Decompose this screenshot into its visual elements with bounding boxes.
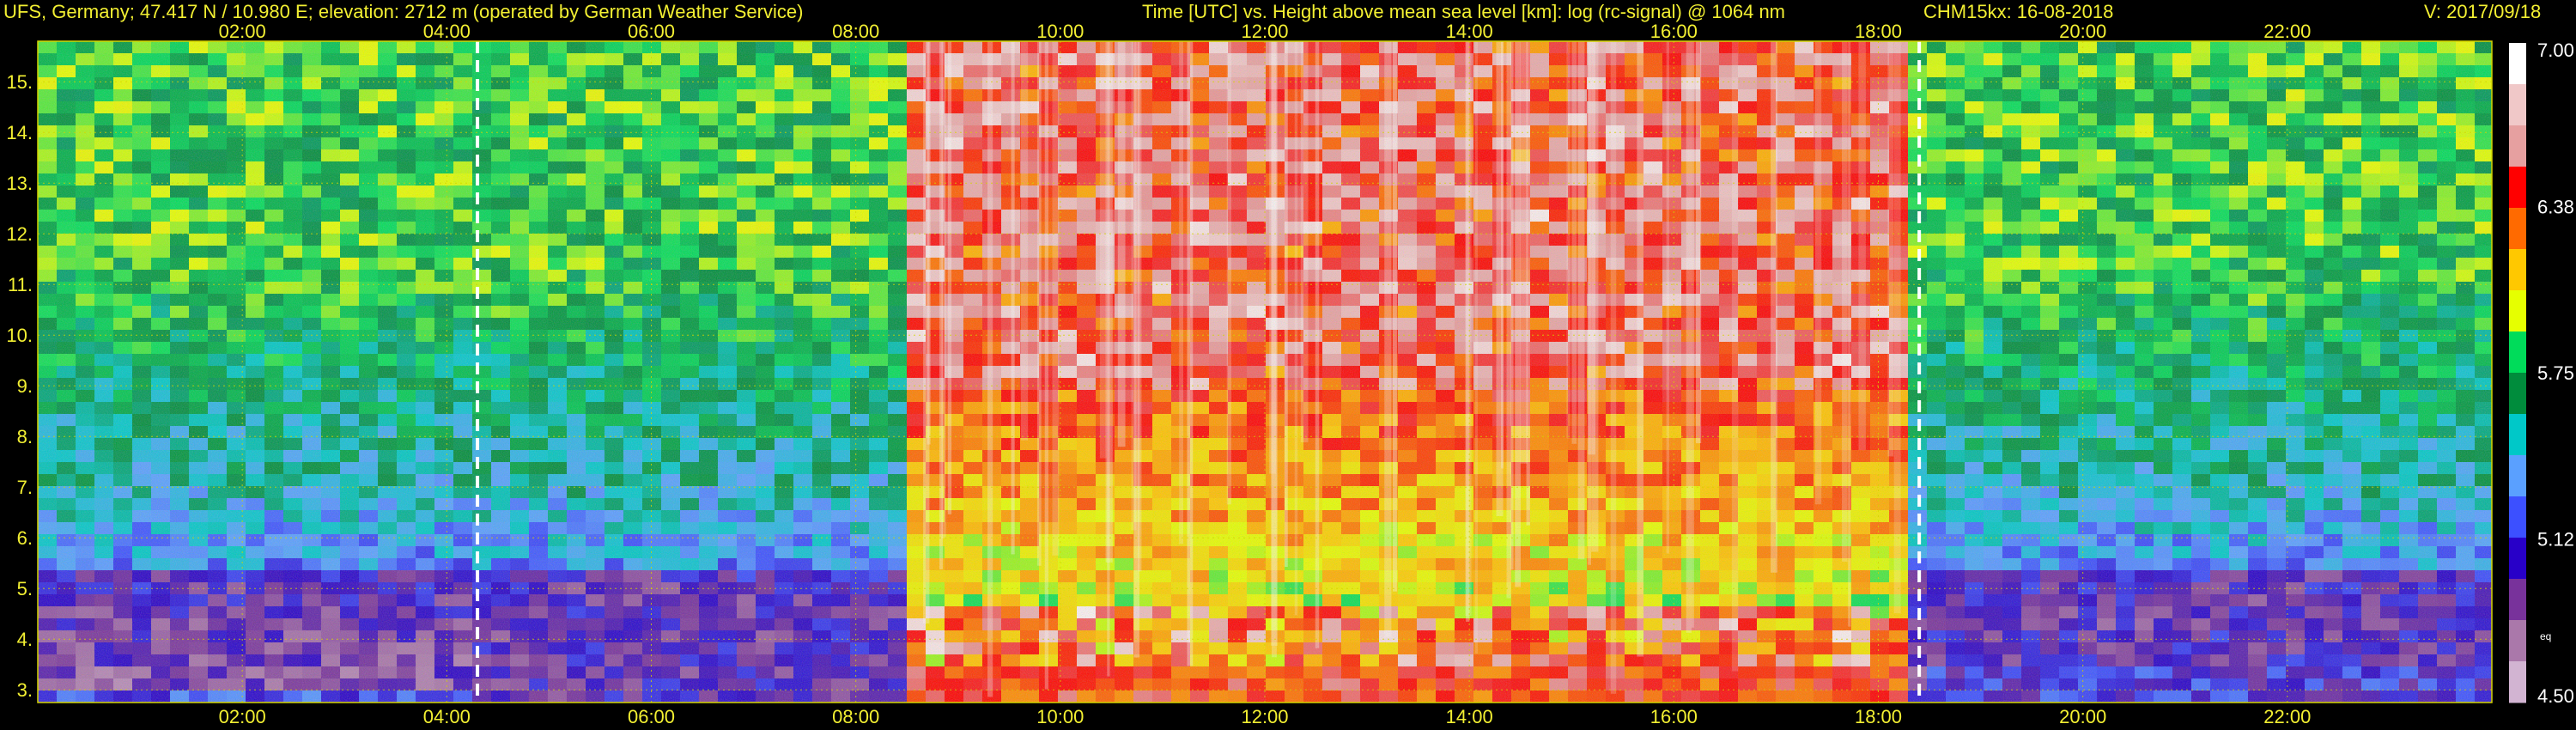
ceilometer-chart: 02:00 04:00 06:00 08:00 10:00 12:00 14:00 16:00… <box>6 21 2573 727</box>
